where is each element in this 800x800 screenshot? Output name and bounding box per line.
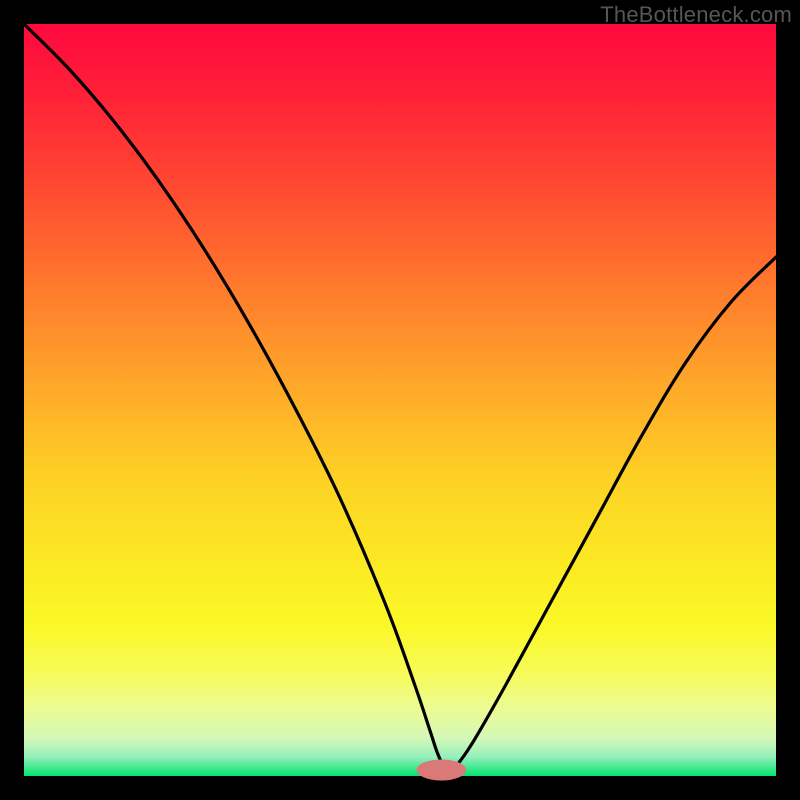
bottleneck-chart (0, 0, 800, 800)
watermark-text: TheBottleneck.com (600, 2, 792, 28)
min-marker (417, 759, 467, 780)
chart-frame: { "watermark": "TheBottleneck.com", "cha… (0, 0, 800, 800)
